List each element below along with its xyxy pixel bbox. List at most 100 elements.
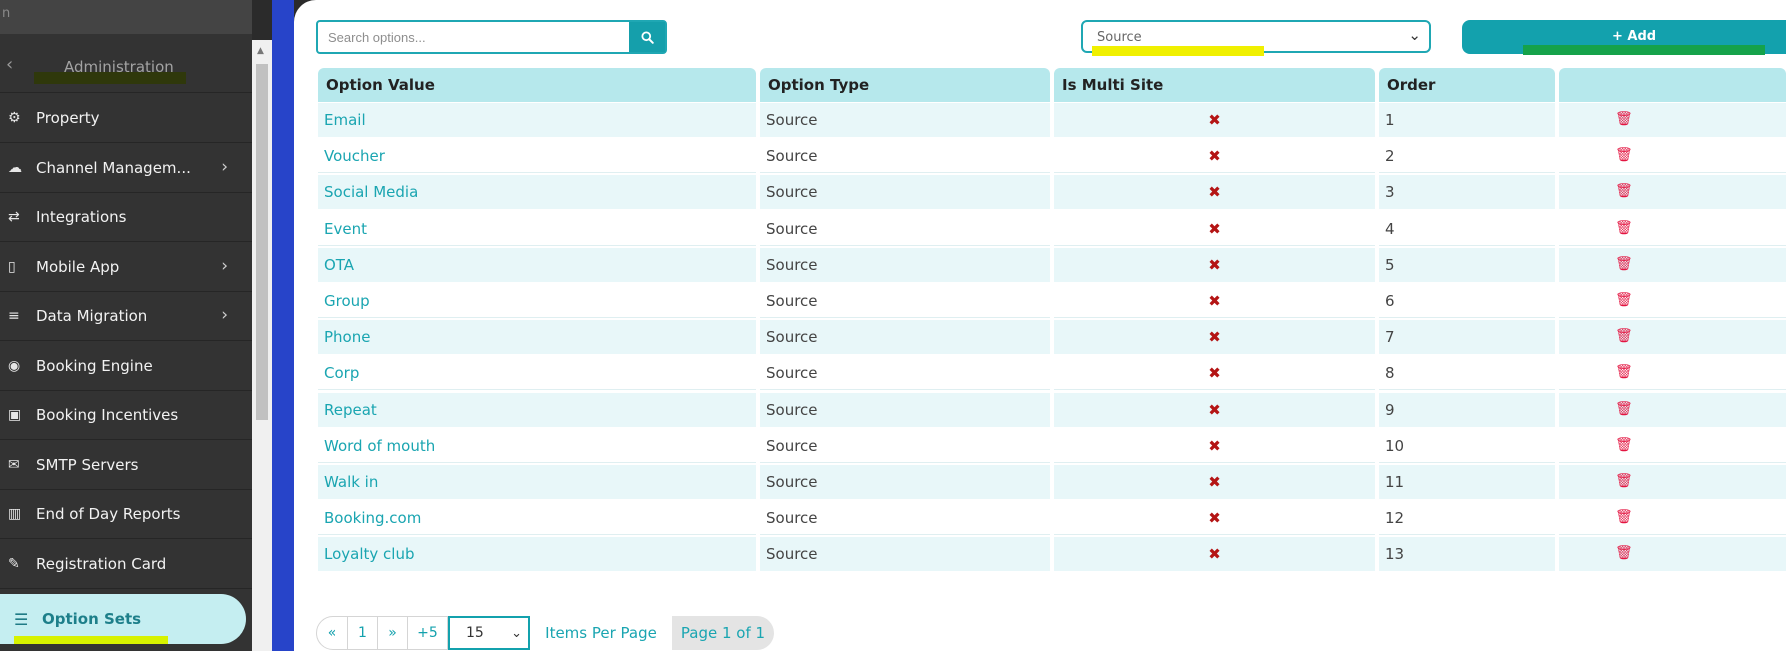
table-row[interactable]: Group Source ✖ 6 🗑 [318,284,1786,318]
page-size-value: 15 [466,625,484,641]
table-row[interactable]: Event Source ✖ 4 🗑 [318,211,1786,246]
table-row[interactable]: OTA Source ✖ 5 🗑 [318,247,1786,282]
chevron-right-icon[interactable]: › [221,305,228,325]
sidebar-item-label: Registration Card [36,554,167,573]
delete-icon[interactable]: 🗑 [1559,320,1786,355]
sidebar-header: ‹ Administration [0,40,252,93]
option-type-cell: Source [760,139,1050,174]
cloud-icon: ☁ [8,159,22,176]
table-row[interactable]: Email Source ✖ 1 🗑 [318,103,1786,137]
delete-icon[interactable]: 🗑 [1559,103,1786,137]
option-value-link[interactable]: Loyalty club [318,537,756,572]
option-type-select[interactable]: Source ⌄ [1081,20,1431,56]
option-value-link[interactable]: Voucher [318,139,756,174]
option-type-cell: Source [760,428,1050,463]
delete-icon[interactable]: 🗑 [1559,247,1786,282]
multi-site-x-icon: ✖ [1054,356,1375,391]
sidebar: n ‹ Administration ⚙ Property ☁ Channel Man… [0,0,252,651]
table-row[interactable]: Word of mouth Source ✖ 10 🗑 [318,428,1786,463]
order-cell: 13 [1379,537,1555,572]
sidebar-search[interactable]: n [0,0,252,34]
table-row[interactable]: Social Media Source ✖ 3 🗑 [318,175,1786,210]
sidebar-item-label: Channel Managem... [36,158,191,177]
chevron-down-icon: ⌄ [511,626,522,641]
delete-icon[interactable]: 🗑 [1559,392,1786,427]
pagination: « 1 » +5 15 ⌄ Items Per Page Page 1 of 1 [316,616,774,650]
option-value-link[interactable]: Word of mouth [318,428,756,463]
highlight-mark [1092,46,1264,56]
delete-icon[interactable]: 🗑 [1559,428,1786,463]
column-header[interactable]: Option Type [760,68,1050,102]
delete-icon[interactable]: 🗑 [1559,356,1786,391]
chevron-right-icon[interactable]: › [221,256,228,276]
table-row[interactable]: Loyalty club Source ✖ 13 🗑 [318,537,1786,572]
option-value-link[interactable]: Booking.com [318,501,756,536]
first-page-button[interactable]: « [316,616,348,650]
table-row[interactable]: Phone Source ✖ 7 🗑 [318,320,1786,355]
delete-icon[interactable]: 🗑 [1559,175,1786,210]
sidebar-item-option-sets[interactable]: ☰ Option Sets [0,594,246,644]
delete-icon[interactable]: 🗑 [1559,465,1786,499]
option-type-cell: Source [760,175,1050,210]
back-chevron-icon[interactable]: ‹ [6,54,13,75]
column-header[interactable]: Order [1379,68,1555,102]
delete-icon[interactable]: 🗑 [1559,211,1786,246]
column-header[interactable] [1559,68,1786,102]
last-page-button[interactable]: » [378,616,408,650]
order-cell: 12 [1379,501,1555,536]
option-value-link[interactable]: Walk in [318,465,756,499]
option-value-link[interactable]: OTA [318,247,756,282]
sidebar-item-end-of-day-reports[interactable]: ▥ End of Day Reports [0,490,252,539]
option-type-cell: Source [760,465,1050,499]
sidebar-item-smtp-servers[interactable]: ✉ SMTP Servers [0,441,252,490]
sidebar-item-registration-card[interactable]: ✎ Registration Card [0,540,252,589]
sidebar-item-mobile-app[interactable]: ▯ Mobile App › [0,243,252,292]
scrollbar-thumb[interactable] [256,64,268,420]
sidebar-item-booking-engine[interactable]: ◉ Booking Engine [0,342,252,391]
column-header[interactable]: Is Multi Site [1054,68,1375,102]
cogs-icon: ⚙ [8,110,21,126]
option-value-link[interactable]: Repeat [318,392,756,427]
sidebar-item-booking-incentives[interactable]: ▣ Booking Incentives [0,391,252,440]
sidebar-item-data-migration[interactable]: ≡ Data Migration › [0,292,252,341]
order-cell: 5 [1379,247,1555,282]
table-row[interactable]: Booking.com Source ✖ 12 🗑 [318,501,1786,536]
scroll-up-icon[interactable]: ▲ [257,46,264,56]
table-row[interactable]: Repeat Source ✖ 9 🗑 [318,392,1786,427]
search-input[interactable] [318,22,629,52]
option-value-link[interactable]: Social Media [318,175,756,210]
table-row[interactable]: Voucher Source ✖ 2 🗑 [318,139,1786,174]
delete-icon[interactable]: 🗑 [1559,501,1786,536]
option-type-cell: Source [760,320,1050,355]
sidebar-item-integrations[interactable]: ⇄ Integrations [0,193,252,242]
multi-site-x-icon: ✖ [1054,139,1375,174]
option-value-link[interactable]: Group [318,284,756,318]
delete-icon[interactable]: 🗑 [1559,284,1786,318]
option-value-link[interactable]: Corp [318,356,756,391]
multi-site-x-icon: ✖ [1054,211,1375,246]
column-header[interactable]: Option Value [318,68,756,102]
option-value-link[interactable]: Email [318,103,756,137]
order-cell: 1 [1379,103,1555,137]
table-row[interactable]: Walk in Source ✖ 11 🗑 [318,465,1786,499]
page-1-button[interactable]: 1 [348,616,378,650]
option-value-link[interactable]: Event [318,211,756,246]
option-value-link[interactable]: Phone [318,320,756,355]
delete-icon[interactable]: 🗑 [1559,537,1786,572]
search-button[interactable] [629,22,665,52]
sidebar-item-label: Property [36,109,100,127]
sidebar-item-channel-managem[interactable]: ☁ Channel Managem... › [0,144,252,193]
page-size-select[interactable]: 15 ⌄ [448,616,530,650]
edit-icon: ✎ [8,555,20,572]
delete-icon[interactable]: 🗑 [1559,139,1786,174]
order-cell: 9 [1379,392,1555,427]
jump-forward-button[interactable]: +5 [408,616,448,650]
sidebar-scrollbar[interactable]: ▲ [252,40,272,651]
order-cell: 8 [1379,356,1555,391]
add-button[interactable]: + Add [1462,20,1786,55]
option-type-value: Source [1097,30,1142,45]
sidebar-item-property[interactable]: ⚙ Property [0,94,252,143]
chevron-right-icon[interactable]: › [221,157,228,177]
table-row[interactable]: Corp Source ✖ 8 🗑 [318,356,1786,391]
globe-icon: ◉ [8,357,21,374]
